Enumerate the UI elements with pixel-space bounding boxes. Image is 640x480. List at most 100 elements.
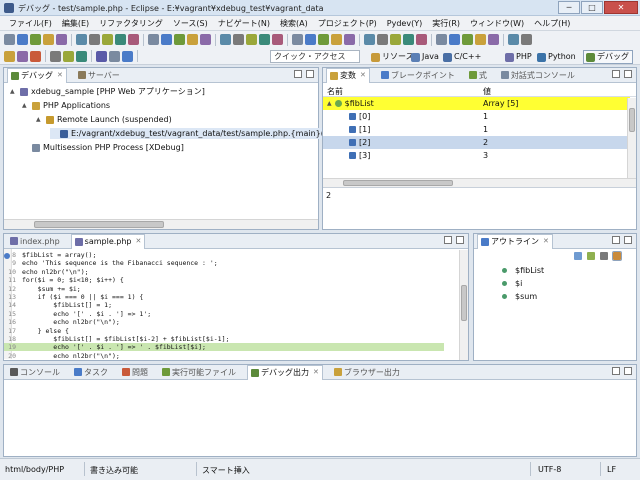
maximize-view-icon[interactable] bbox=[624, 236, 632, 244]
quick-access-input[interactable]: クイック・アクセス bbox=[270, 50, 360, 63]
toolbar-button-icon[interactable] bbox=[17, 50, 28, 62]
outline-item[interactable]: $sum bbox=[502, 291, 537, 302]
tab-variables-1[interactable]: ブレークポイント bbox=[378, 68, 458, 83]
toolbar-button-icon[interactable] bbox=[102, 34, 113, 45]
toolbar-button-icon[interactable] bbox=[122, 50, 133, 62]
debug-tree-item[interactable]: ▲ PHP Applications bbox=[22, 100, 110, 111]
toolbar-button-icon[interactable] bbox=[246, 34, 257, 45]
scroll-thumb[interactable] bbox=[629, 108, 635, 132]
variable-row[interactable]: [2] 2 bbox=[323, 136, 630, 149]
toolbar-button-icon[interactable] bbox=[488, 34, 499, 45]
variables-h-scrollbar[interactable] bbox=[323, 178, 636, 187]
minimize-view-icon[interactable] bbox=[612, 367, 620, 375]
menu-item[interactable]: Pydev(Y) bbox=[382, 19, 427, 28]
toolbar-button-icon[interactable] bbox=[377, 34, 388, 45]
perspective-button[interactable]: Java bbox=[408, 50, 443, 64]
tab-outline[interactable]: アウトライン ✕ bbox=[477, 233, 553, 249]
filter-icon[interactable] bbox=[587, 252, 595, 260]
tab-servers[interactable]: サーバー bbox=[75, 68, 123, 83]
close-tab-icon[interactable]: ✕ bbox=[57, 68, 63, 83]
toolbar-button-icon[interactable] bbox=[187, 34, 198, 45]
toolbar-button-icon[interactable] bbox=[390, 34, 401, 45]
perspective-button[interactable]: PHP bbox=[502, 50, 536, 64]
close-button[interactable]: ✕ bbox=[604, 1, 638, 14]
code-line[interactable]: 12 $sum += $i; bbox=[4, 285, 444, 293]
collapse-icon[interactable] bbox=[600, 252, 608, 260]
minimize-view-icon[interactable] bbox=[612, 236, 620, 244]
toolbar-button-icon[interactable] bbox=[30, 50, 41, 62]
outline-item[interactable]: $i bbox=[502, 278, 522, 289]
code-line[interactable]: 20 echo nl2br("\n"); bbox=[4, 352, 444, 359]
code-line[interactable]: 18 $fibList[] = $fibList[$i-2] + $fibLis… bbox=[4, 335, 444, 343]
toolbar-button-icon[interactable] bbox=[89, 34, 100, 45]
close-tab-icon[interactable]: ✕ bbox=[136, 234, 142, 249]
menu-item[interactable]: プロジェクト(P) bbox=[313, 18, 382, 29]
perspective-button[interactable]: デバッグ bbox=[583, 50, 633, 64]
perspective-button[interactable]: C/C++ bbox=[440, 50, 485, 64]
maximize-view-icon[interactable] bbox=[306, 70, 314, 78]
toolbar-button-icon[interactable] bbox=[416, 34, 427, 45]
console-tab[interactable]: ブラウザー出力 bbox=[331, 365, 403, 380]
code-line[interactable]: 19 echo '[' . $i . '] => ' . $fibList[$i… bbox=[4, 343, 444, 352]
toolbar-button-icon[interactable] bbox=[174, 34, 185, 45]
editor-tab[interactable]: sample.php ✕ bbox=[70, 233, 146, 249]
variable-row[interactable]: [1] 1 bbox=[323, 123, 630, 136]
toolbar-button-icon[interactable] bbox=[233, 34, 244, 45]
console-tab[interactable]: 実行可能ファイル bbox=[159, 365, 239, 380]
minimize-view-icon[interactable] bbox=[294, 70, 302, 78]
toolbar-button-icon[interactable] bbox=[4, 34, 15, 45]
toolbar-button-icon[interactable] bbox=[259, 34, 270, 45]
toolbar-button-icon[interactable] bbox=[76, 50, 87, 62]
toolbar-button-icon[interactable] bbox=[4, 50, 15, 62]
editor-v-scrollbar[interactable] bbox=[459, 250, 468, 360]
toolbar-button-icon[interactable] bbox=[200, 34, 211, 45]
variables-v-scrollbar[interactable] bbox=[627, 98, 636, 178]
debug-tree-item[interactable]: ▲ Remote Launch (suspended) bbox=[36, 114, 172, 125]
debug-tree-item[interactable]: Multisession PHP Process [XDebug] bbox=[22, 142, 184, 153]
sort-icon[interactable] bbox=[574, 252, 582, 260]
code-line[interactable]: 8 $fibList = array(); bbox=[4, 251, 444, 259]
minimize-button[interactable]: ─ bbox=[558, 1, 580, 14]
toolbar-button-icon[interactable] bbox=[76, 34, 87, 45]
toolbar-button-icon[interactable] bbox=[128, 34, 139, 45]
console-tab[interactable]: コンソール bbox=[7, 365, 63, 380]
menu-item[interactable]: ソース(S) bbox=[168, 18, 213, 29]
close-tab-icon[interactable]: ✕ bbox=[543, 234, 549, 249]
variable-row[interactable]: [3] 3 bbox=[323, 149, 630, 162]
debug-tree-item[interactable]: ▲ xdebug_sample [PHP Web アプリケーション] bbox=[10, 86, 205, 97]
expand-arrow-icon[interactable]: ▲ bbox=[10, 88, 17, 95]
close-tab-icon[interactable]: ✕ bbox=[313, 365, 319, 380]
link-icon[interactable] bbox=[612, 251, 622, 261]
toolbar-button-icon[interactable] bbox=[43, 34, 54, 45]
tab-variables-2[interactable]: 式 bbox=[466, 68, 490, 83]
menu-item[interactable]: 編集(E) bbox=[57, 18, 94, 29]
code-editor[interactable]: 8 $fibList = array(); 9 echo 'This sequence… bbox=[4, 249, 468, 359]
console-tab[interactable]: 問題 bbox=[119, 365, 151, 380]
toolbar-button-icon[interactable] bbox=[403, 34, 414, 45]
toolbar-button-icon[interactable] bbox=[63, 50, 74, 62]
console-tab[interactable]: デバッグ出力 ✕ bbox=[247, 364, 323, 380]
toolbar-button-icon[interactable] bbox=[364, 34, 375, 45]
scroll-thumb[interactable] bbox=[34, 221, 164, 228]
toolbar-button-icon[interactable] bbox=[292, 34, 303, 45]
scroll-thumb[interactable] bbox=[343, 180, 453, 186]
expand-arrow-icon[interactable]: ▲ bbox=[36, 116, 43, 123]
column-value[interactable]: 値 bbox=[483, 86, 491, 97]
code-line[interactable]: 11 for($i = 0; $i<10; $i++) { bbox=[4, 276, 444, 284]
column-name[interactable]: 名前 bbox=[327, 86, 343, 97]
toolbar-button-icon[interactable] bbox=[109, 50, 120, 62]
code-line[interactable]: 14 $fibList[] = 1; bbox=[4, 301, 444, 309]
code-line[interactable]: 9 echo 'This sequence is the Fibanacci se… bbox=[4, 259, 444, 267]
perspective-button[interactable]: Python bbox=[534, 50, 580, 64]
toolbar-button-icon[interactable] bbox=[96, 50, 107, 62]
code-line[interactable]: 17 } else { bbox=[4, 327, 444, 335]
maximize-view-icon[interactable] bbox=[624, 70, 632, 78]
menu-item[interactable]: 検索(A) bbox=[275, 18, 313, 29]
code-line[interactable]: 10 echo nl2br("\n"); bbox=[4, 268, 444, 276]
toolbar-button-icon[interactable] bbox=[220, 34, 231, 45]
toolbar-button-icon[interactable] bbox=[344, 34, 355, 45]
expand-arrow-icon[interactable]: ▲ bbox=[327, 100, 332, 107]
toolbar-button-icon[interactable] bbox=[17, 34, 28, 45]
minimize-view-icon[interactable] bbox=[612, 70, 620, 78]
toolbar-button-icon[interactable] bbox=[508, 34, 519, 45]
